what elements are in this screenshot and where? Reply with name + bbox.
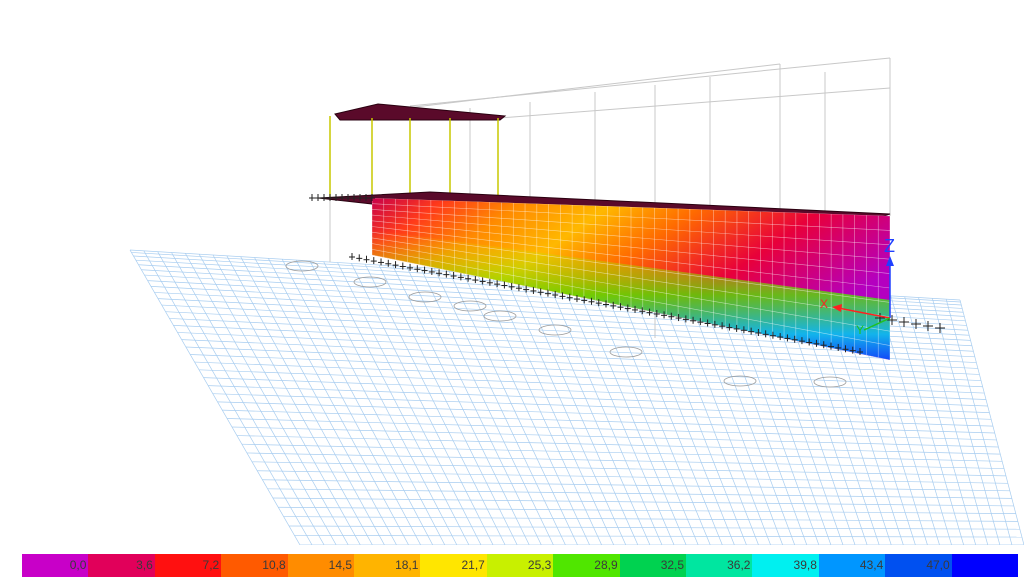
legend-segment: 39,8 — [752, 554, 819, 577]
legend-segment: 10,8 — [221, 554, 288, 577]
columns[interactable] — [329, 116, 499, 200]
axis-x-label: X — [820, 297, 828, 311]
legend-value-label: 36,2 — [727, 558, 751, 572]
legend-value-label: 0,0 — [69, 558, 87, 572]
legend-segment: 28,9 — [553, 554, 620, 577]
legend-value-label: 39,8 — [793, 558, 817, 572]
legend-value-label: 25,3 — [527, 558, 552, 572]
legend-segment: 47,0 — [885, 554, 952, 577]
legend-value-label: 3,6 — [136, 558, 153, 572]
legend-segment: 36,2 — [686, 554, 753, 577]
3d-model-viewport[interactable]: Z X Y — [0, 0, 1024, 545]
legend-segment: 3,6 — [88, 554, 155, 577]
legend-segment: 43,4 — [818, 554, 886, 577]
legend-segment: 7,2 — [154, 554, 222, 577]
legend-value-label: 43,4 — [859, 558, 884, 572]
legend-value-label: 21,7 — [461, 558, 485, 572]
contour-color-legend: 0,0 3,6 7,2 10,8 14,5 18,1 21,7 25,3 28,9 32,5 36,… — [22, 554, 1019, 577]
axis-y-label: Y — [856, 323, 864, 337]
legend-segment: 18,1 — [354, 554, 421, 577]
legend-segment: 21,7 — [420, 554, 487, 577]
legend-segment: 0,0 — [22, 554, 89, 577]
legend-segment: 14,5 — [287, 554, 355, 577]
legend-segment — [951, 554, 1019, 577]
legend-value-label: 47,0 — [926, 558, 950, 572]
legend-value-label: 28,9 — [594, 558, 618, 572]
legend-value-label: 10,8 — [262, 558, 286, 572]
shear-wall-contour[interactable] — [372, 198, 890, 360]
legend-value-label: 18,1 — [395, 558, 419, 572]
axis-z-label: Z — [884, 236, 895, 256]
legend-value-label: 14,5 — [328, 558, 353, 572]
legend-value-label: 7,2 — [202, 558, 220, 572]
legend-value-label: 32,5 — [660, 558, 685, 572]
legend-segment: 32,5 — [619, 554, 687, 577]
legend-segment: 25,3 — [486, 554, 554, 577]
